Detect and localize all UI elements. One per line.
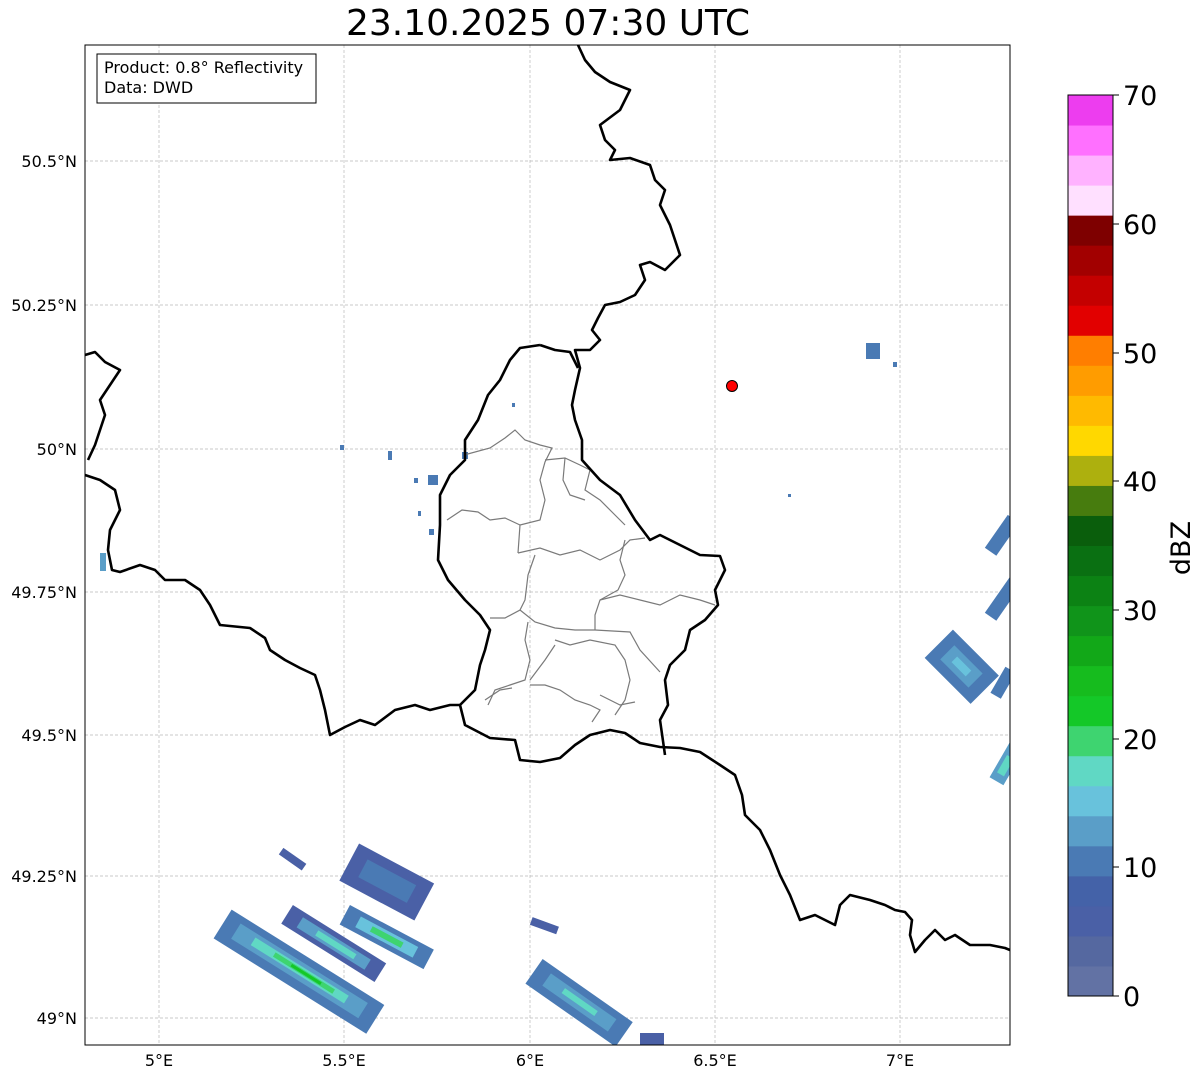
colorbar-segment (1068, 575, 1113, 607)
lon-tick-label: 5°E (145, 1051, 173, 1070)
colorbar-segment (1068, 155, 1113, 186)
colorbar-segment (1068, 665, 1113, 697)
colorbar-segment (1068, 245, 1113, 276)
colorbar-segment (1068, 455, 1113, 486)
colorbar-segment (1068, 95, 1113, 126)
info-box: Product: 0.8° Reflectivity Data: DWD (96, 53, 317, 104)
colorbar-segment (1068, 695, 1113, 727)
lat-tick-label: 49°N (37, 1009, 77, 1028)
colorbar-segment (1068, 365, 1113, 396)
lat-tick-label: 50°N (37, 440, 77, 459)
colorbar-tick-label: 50 (1123, 339, 1157, 370)
colorbar (1068, 95, 1113, 997)
lon-tick-labels: 5°E 5.5°E 6°E 6.5°E 7°E (145, 1051, 914, 1070)
radar-site-marker (726, 380, 738, 392)
colorbar-segment (1068, 545, 1113, 577)
colorbar-tick-label: 10 (1123, 853, 1157, 884)
lat-tick-label: 50.5°N (21, 152, 77, 171)
colorbar-segment (1068, 515, 1113, 546)
lat-tick-label: 49.25°N (11, 867, 77, 886)
colorbar-segment (1068, 125, 1113, 156)
colorbar-tick-label: 30 (1123, 596, 1157, 627)
colorbar-tick-label: 60 (1123, 210, 1157, 241)
colorbar-tick-label: 40 (1123, 467, 1157, 498)
lon-tick-label: 6.5°E (693, 1051, 737, 1070)
lon-tick-label: 6°E (516, 1051, 544, 1070)
colorbar-segment (1068, 785, 1113, 817)
colorbar-tick-label: 70 (1123, 81, 1157, 112)
admin-borders (446, 429, 716, 723)
lon-tick-label: 7°E (886, 1051, 914, 1070)
colorbar-segment (1068, 875, 1113, 907)
lat-tick-label: 50.25°N (11, 296, 77, 315)
lon-tick-label: 5.5°E (322, 1051, 366, 1070)
colorbar-segment (1068, 425, 1113, 456)
colorbar-segment (1068, 335, 1113, 366)
colorbar-segment (1068, 845, 1113, 877)
lat-tick-labels: 50.5°N 50.25°N 50°N 49.75°N 49.5°N 49.25… (11, 152, 77, 1028)
colorbar-segment (1068, 605, 1113, 637)
graticule (85, 45, 1010, 1045)
colorbar-segment (1068, 635, 1113, 667)
lat-tick-label: 49.5°N (21, 726, 77, 745)
colorbar-segment (1068, 275, 1113, 306)
plot-frame (84, 44, 1011, 1046)
colorbar-segment (1068, 905, 1113, 937)
colorbar-segment (1068, 185, 1113, 216)
colorbar-segment (1068, 215, 1113, 246)
colorbar-tick-label: 0 (1123, 982, 1140, 1013)
colorbar-ticks: 0 10 20 30 40 50 60 70 (1113, 81, 1157, 1013)
colorbar-segment (1068, 395, 1113, 426)
radar-map: Product: 0.8° Reflectivity Data: DWD 5°E… (11, 44, 1197, 1070)
colorbar-unit-label: dBZ (1166, 521, 1197, 575)
colorbar-segment (1068, 725, 1113, 757)
colorbar-segment (1068, 485, 1113, 516)
radar-echoes (100, 343, 1010, 1045)
info-product: Product: 0.8° Reflectivity (104, 58, 303, 77)
colorbar-segment (1068, 815, 1113, 847)
colorbar-segment (1068, 305, 1113, 336)
lat-tick-label: 49.75°N (11, 583, 77, 602)
country-borders (85, 45, 1010, 954)
colorbar-segment (1068, 755, 1113, 787)
colorbar-segment (1068, 965, 1113, 997)
colorbar-tick-label: 20 (1123, 725, 1157, 756)
info-data-source: Data: DWD (104, 78, 193, 97)
colorbar-segment (1068, 935, 1113, 967)
